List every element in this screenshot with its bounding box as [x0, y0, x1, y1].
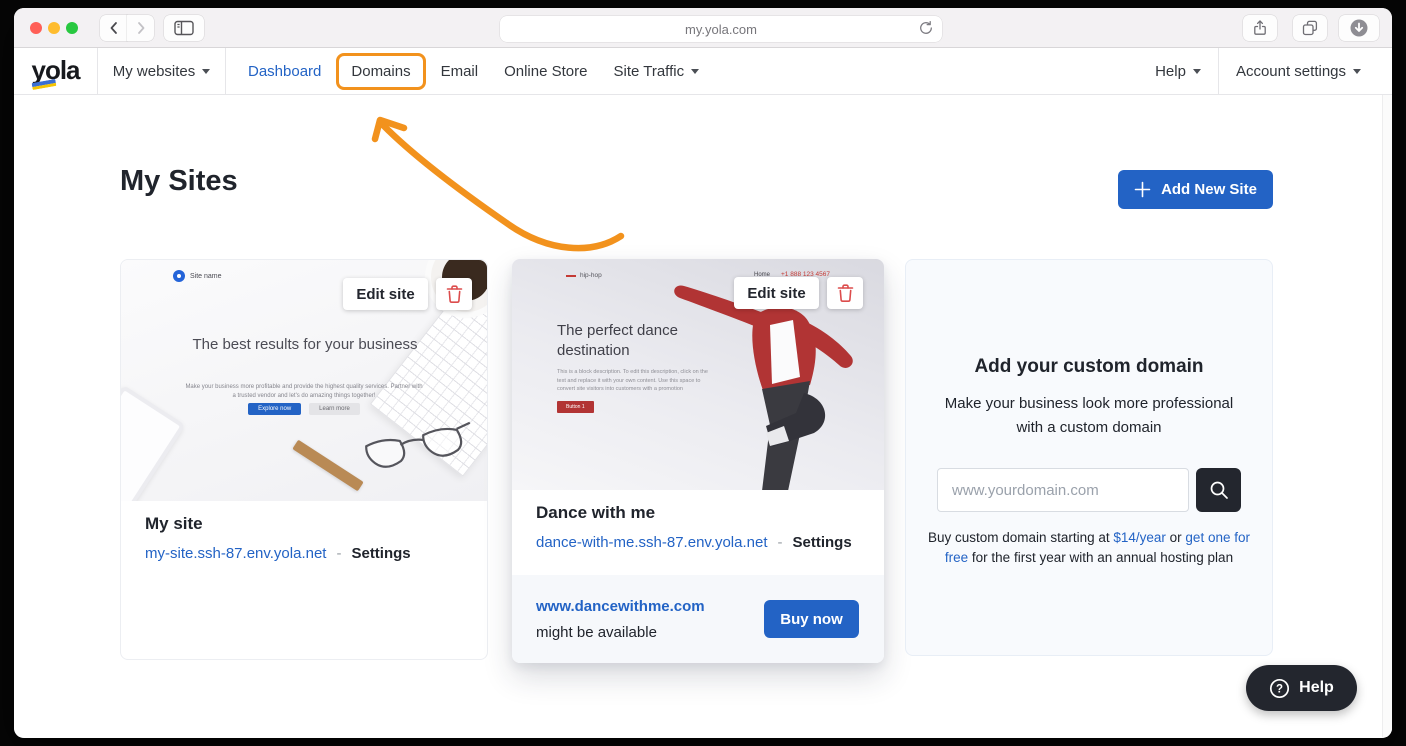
- download-icon: [1349, 18, 1369, 38]
- mini-site-button: Button 1: [557, 401, 594, 413]
- mini-site-heading: The best results for your business: [190, 334, 420, 355]
- mini-site-logo-text: Site name: [190, 273, 222, 280]
- chevron-down-icon: [1193, 69, 1201, 78]
- help-label: Help: [1155, 63, 1186, 80]
- mini-site-secondary-button: Learn more: [309, 403, 360, 415]
- delete-site-button[interactable]: [827, 277, 863, 309]
- mini-site-logo-icon: [566, 275, 576, 277]
- chevron-down-icon: [691, 69, 699, 78]
- back-button[interactable]: [100, 15, 127, 41]
- help-widget-label: Help: [1299, 679, 1334, 697]
- edit-site-button[interactable]: Edit site: [343, 278, 428, 310]
- tabs-overview-button[interactable]: [1293, 15, 1327, 41]
- buy-now-button[interactable]: Buy now: [764, 600, 859, 638]
- domain-availability-note: might be available: [536, 624, 705, 641]
- custom-domain-card: Add your custom domain Make your busines…: [905, 259, 1273, 656]
- site-name: My site: [145, 514, 463, 534]
- chevron-right-icon: [133, 20, 149, 36]
- site-preview: hip-hop Home +1 888 123 4567 The perfect…: [512, 259, 884, 490]
- site-card-dance-with-me: hip-hop Home +1 888 123 4567 The perfect…: [512, 259, 884, 663]
- custom-domain-subtitle: Make your business look more professiona…: [933, 392, 1245, 440]
- browser-toolbar: my.yola.com: [14, 8, 1392, 48]
- forward-button[interactable]: [127, 15, 154, 41]
- site-url-link[interactable]: my-site.ssh-87.env.yola.net: [145, 545, 326, 562]
- domain-search-button[interactable]: [1196, 468, 1241, 512]
- share-icon: [1251, 19, 1269, 37]
- reload-icon: [918, 20, 934, 36]
- site-preview: Site name The best results for your busi…: [121, 260, 487, 501]
- page-title: My Sites: [120, 165, 238, 198]
- tabs-icon: [1301, 19, 1319, 37]
- add-new-site-label: Add New Site: [1161, 181, 1257, 198]
- account-settings-dropdown[interactable]: Account settings: [1236, 63, 1392, 80]
- desktop-background: my.yola.com yola: [0, 0, 1406, 746]
- address-bar[interactable]: my.yola.com: [500, 16, 942, 42]
- reload-button[interactable]: [917, 20, 935, 38]
- site-url-link[interactable]: dance-with-me.ssh-87.env.yola.net: [536, 534, 768, 551]
- sidebar-icon: [174, 20, 194, 36]
- domain-offer-banner: www.dancewithme.com might be available B…: [512, 575, 884, 663]
- nav-item-site-traffic[interactable]: Site Traffic: [613, 63, 699, 80]
- my-websites-label: My websites: [113, 63, 196, 80]
- suggested-domain: www.dancewithme.com: [536, 598, 705, 615]
- help-widget-button[interactable]: ? Help: [1246, 665, 1357, 711]
- sidebar-toggle-button[interactable]: [164, 15, 204, 41]
- site-settings-link[interactable]: Settings: [351, 545, 410, 562]
- window-minimize-button[interactable]: [48, 22, 60, 34]
- mini-site-primary-button: Explore now: [248, 403, 301, 415]
- nav-item-email[interactable]: Email: [441, 63, 479, 80]
- add-new-site-button[interactable]: Add New Site: [1118, 170, 1273, 209]
- pricing-note-text: Buy custom domain starting at: [928, 530, 1113, 545]
- mini-site-logo-icon: [173, 270, 185, 282]
- pricing-note-text: or: [1166, 530, 1186, 545]
- site-name: Dance with me: [536, 503, 860, 523]
- price-link[interactable]: $14/year: [1113, 530, 1166, 545]
- share-button[interactable]: [1243, 15, 1277, 41]
- site-card-my-site: Site name The best results for your busi…: [120, 259, 488, 660]
- mini-site-body: This is a block description. To edit thi…: [557, 368, 715, 394]
- help-dropdown[interactable]: Help: [1155, 63, 1201, 80]
- pricing-note-text: for the first year with an annual hostin…: [968, 550, 1233, 565]
- delete-site-button[interactable]: [436, 278, 472, 310]
- site-settings-link[interactable]: Settings: [793, 534, 852, 551]
- trash-icon: [836, 283, 855, 303]
- chevron-down-icon: [1353, 69, 1361, 78]
- trash-icon: [445, 284, 464, 304]
- site-traffic-label: Site Traffic: [613, 63, 684, 80]
- url-text: my.yola.com: [685, 22, 757, 37]
- mini-site-body: Make your business more profitable and p…: [183, 383, 425, 401]
- svg-text:?: ?: [1276, 683, 1283, 695]
- nav-item-dashboard[interactable]: Dashboard: [248, 63, 321, 80]
- domain-search-input[interactable]: [937, 468, 1189, 512]
- nav-item-online-store[interactable]: Online Store: [504, 63, 587, 80]
- chevron-left-icon: [106, 20, 122, 36]
- downloads-button[interactable]: [1339, 15, 1379, 41]
- window-close-button[interactable]: [30, 22, 42, 34]
- question-icon: ?: [1269, 678, 1290, 699]
- domain-pricing-note: Buy custom domain starting at $14/year o…: [923, 528, 1255, 568]
- search-icon: [1208, 479, 1230, 501]
- yola-logo[interactable]: yola: [31, 57, 79, 86]
- plus-icon: [1134, 181, 1151, 198]
- mini-site-logo-text: hip-hop: [580, 272, 602, 279]
- custom-domain-title: Add your custom domain: [906, 356, 1272, 378]
- nav-divider: [1218, 48, 1219, 94]
- my-websites-dropdown[interactable]: My websites: [98, 48, 225, 94]
- nav-item-domains[interactable]: Domains: [336, 53, 425, 90]
- edit-site-button[interactable]: Edit site: [734, 277, 819, 309]
- account-settings-label: Account settings: [1236, 63, 1346, 80]
- dashboard-content: My Sites Add New Site: [14, 95, 1392, 737]
- separator-dash: -: [778, 534, 783, 551]
- mini-site-heading: The perfect dance destination: [557, 321, 722, 361]
- app-navigation: yola My websites Dashboard Domains Email…: [14, 48, 1392, 95]
- chevron-down-icon: [202, 69, 210, 78]
- nav-divider: [225, 48, 226, 94]
- separator-dash: -: [336, 545, 341, 562]
- window-zoom-button[interactable]: [66, 22, 78, 34]
- pencil-decoration: [292, 440, 363, 492]
- browser-window: my.yola.com yola: [14, 8, 1392, 738]
